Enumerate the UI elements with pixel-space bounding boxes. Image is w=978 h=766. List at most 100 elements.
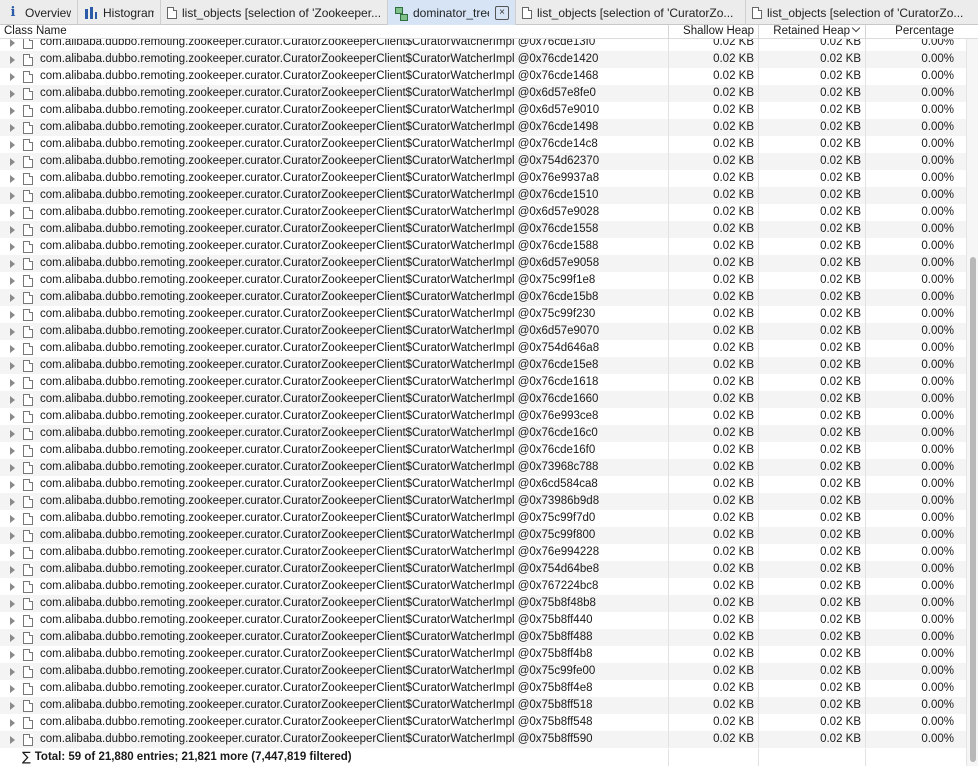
expand-arrow-icon[interactable]: [10, 208, 15, 217]
expand-arrow-icon[interactable]: [10, 310, 15, 319]
table-row[interactable]: com.alibaba.dubbo.remoting.zookeeper.cur…: [0, 170, 966, 187]
table-row[interactable]: com.alibaba.dubbo.remoting.zookeeper.cur…: [0, 289, 966, 306]
table-row[interactable]: com.alibaba.dubbo.remoting.zookeeper.cur…: [0, 527, 966, 544]
scrollbar-thumb[interactable]: [970, 257, 976, 762]
expand-arrow-icon[interactable]: [10, 327, 15, 336]
table-row[interactable]: com.alibaba.dubbo.remoting.zookeeper.cur…: [0, 39, 966, 51]
table-row[interactable]: com.alibaba.dubbo.remoting.zookeeper.cur…: [0, 340, 966, 357]
table-row[interactable]: com.alibaba.dubbo.remoting.zookeeper.cur…: [0, 374, 966, 391]
table-row[interactable]: com.alibaba.dubbo.remoting.zookeeper.cur…: [0, 714, 966, 731]
expand-arrow-icon[interactable]: [10, 106, 15, 115]
expand-arrow-icon[interactable]: [10, 259, 15, 268]
expand-arrow-icon[interactable]: [10, 378, 15, 387]
expand-arrow-icon[interactable]: [10, 225, 15, 234]
table-row[interactable]: com.alibaba.dubbo.remoting.zookeeper.cur…: [0, 272, 966, 289]
column-header-class-name[interactable]: Class Name: [0, 25, 669, 39]
table-row[interactable]: com.alibaba.dubbo.remoting.zookeeper.cur…: [0, 187, 966, 204]
table-row[interactable]: com.alibaba.dubbo.remoting.zookeeper.cur…: [0, 153, 966, 170]
table-row[interactable]: com.alibaba.dubbo.remoting.zookeeper.cur…: [0, 136, 966, 153]
close-icon[interactable]: ×: [495, 5, 509, 20]
table-row[interactable]: com.alibaba.dubbo.remoting.zookeeper.cur…: [0, 408, 966, 425]
table-row[interactable]: com.alibaba.dubbo.remoting.zookeeper.cur…: [0, 629, 966, 646]
vertical-scrollbar[interactable]: [966, 39, 978, 766]
expand-arrow-icon[interactable]: [10, 412, 15, 421]
column-header-shallow-heap[interactable]: Shallow Heap: [669, 25, 759, 39]
shallow-heap-cell: 0.02 KB: [669, 255, 759, 272]
table-row[interactable]: com.alibaba.dubbo.remoting.zookeeper.cur…: [0, 595, 966, 612]
expand-arrow-icon[interactable]: [10, 718, 15, 727]
table-row[interactable]: com.alibaba.dubbo.remoting.zookeeper.cur…: [0, 85, 966, 102]
tab-list-objects-curator-2[interactable]: list_objects [selection of 'CuratorZo...: [746, 0, 978, 25]
table-row[interactable]: com.alibaba.dubbo.remoting.zookeeper.cur…: [0, 306, 966, 323]
expand-arrow-icon[interactable]: [10, 191, 15, 200]
expand-arrow-icon[interactable]: [10, 565, 15, 574]
expand-arrow-icon[interactable]: [10, 72, 15, 81]
column-header-retained-heap[interactable]: Retained Heap: [759, 23, 866, 39]
expand-arrow-icon[interactable]: [10, 39, 15, 47]
table-row[interactable]: com.alibaba.dubbo.remoting.zookeeper.cur…: [0, 493, 966, 510]
expand-arrow-icon[interactable]: [10, 140, 15, 149]
column-header-percentage[interactable]: Percentage: [866, 25, 958, 39]
table-row[interactable]: com.alibaba.dubbo.remoting.zookeeper.cur…: [0, 663, 966, 680]
expand-arrow-icon[interactable]: [10, 633, 15, 642]
table-row[interactable]: com.alibaba.dubbo.remoting.zookeeper.cur…: [0, 255, 966, 272]
table-row[interactable]: com.alibaba.dubbo.remoting.zookeeper.cur…: [0, 646, 966, 663]
retained-heap-cell: 0.02 KB: [759, 629, 866, 646]
expand-arrow-icon[interactable]: [10, 667, 15, 676]
table-row[interactable]: com.alibaba.dubbo.remoting.zookeeper.cur…: [0, 119, 966, 136]
table-row[interactable]: com.alibaba.dubbo.remoting.zookeeper.cur…: [0, 612, 966, 629]
expand-arrow-icon[interactable]: [10, 276, 15, 285]
tab-list-objects-curator-1[interactable]: list_objects [selection of 'CuratorZo...: [516, 0, 746, 25]
table-row[interactable]: com.alibaba.dubbo.remoting.zookeeper.cur…: [0, 238, 966, 255]
expand-arrow-icon[interactable]: [10, 616, 15, 625]
table-row[interactable]: com.alibaba.dubbo.remoting.zookeeper.cur…: [0, 680, 966, 697]
table-row[interactable]: com.alibaba.dubbo.remoting.zookeeper.cur…: [0, 476, 966, 493]
expand-arrow-icon[interactable]: [10, 446, 15, 455]
table-row[interactable]: com.alibaba.dubbo.remoting.zookeeper.cur…: [0, 561, 966, 578]
expand-arrow-icon[interactable]: [10, 701, 15, 710]
table-row[interactable]: com.alibaba.dubbo.remoting.zookeeper.cur…: [0, 68, 966, 85]
table-row[interactable]: com.alibaba.dubbo.remoting.zookeeper.cur…: [0, 731, 966, 748]
expand-arrow-icon[interactable]: [10, 429, 15, 438]
expand-arrow-icon[interactable]: [10, 55, 15, 64]
expand-arrow-icon[interactable]: [10, 531, 15, 540]
expand-arrow-icon[interactable]: [10, 242, 15, 251]
table-row[interactable]: com.alibaba.dubbo.remoting.zookeeper.cur…: [0, 221, 966, 238]
expand-arrow-icon[interactable]: [10, 514, 15, 523]
tab-overview[interactable]: i Overview: [0, 0, 78, 25]
table-row[interactable]: com.alibaba.dubbo.remoting.zookeeper.cur…: [0, 578, 966, 595]
expand-arrow-icon[interactable]: [10, 293, 15, 302]
table-row[interactable]: com.alibaba.dubbo.remoting.zookeeper.cur…: [0, 204, 966, 221]
table-row[interactable]: com.alibaba.dubbo.remoting.zookeeper.cur…: [0, 544, 966, 561]
table-row[interactable]: com.alibaba.dubbo.remoting.zookeeper.cur…: [0, 357, 966, 374]
expand-arrow-icon[interactable]: [10, 582, 15, 591]
table-row[interactable]: com.alibaba.dubbo.remoting.zookeeper.cur…: [0, 510, 966, 527]
expand-arrow-icon[interactable]: [10, 497, 15, 506]
expand-arrow-icon[interactable]: [10, 463, 15, 472]
table-row[interactable]: com.alibaba.dubbo.remoting.zookeeper.cur…: [0, 391, 966, 408]
expand-arrow-icon[interactable]: [10, 344, 15, 353]
tab-list-objects-zookeeper[interactable]: list_objects [selection of 'Zookeeper...: [161, 0, 388, 25]
table-row[interactable]: com.alibaba.dubbo.remoting.zookeeper.cur…: [0, 323, 966, 340]
table-row[interactable]: com.alibaba.dubbo.remoting.zookeeper.cur…: [0, 425, 966, 442]
table-row[interactable]: com.alibaba.dubbo.remoting.zookeeper.cur…: [0, 442, 966, 459]
table-row[interactable]: com.alibaba.dubbo.remoting.zookeeper.cur…: [0, 697, 966, 714]
expand-arrow-icon[interactable]: [10, 548, 15, 557]
tab-histogram[interactable]: Histogram: [78, 0, 161, 25]
table-row[interactable]: com.alibaba.dubbo.remoting.zookeeper.cur…: [0, 51, 966, 68]
tab-dominator-tree[interactable]: dominator_tree ×: [388, 0, 516, 25]
expand-arrow-icon[interactable]: [10, 599, 15, 608]
expand-arrow-icon[interactable]: [10, 361, 15, 370]
table-row[interactable]: com.alibaba.dubbo.remoting.zookeeper.cur…: [0, 459, 966, 476]
expand-arrow-icon[interactable]: [10, 395, 15, 404]
expand-arrow-icon[interactable]: [10, 684, 15, 693]
expand-arrow-icon[interactable]: [10, 650, 15, 659]
expand-arrow-icon[interactable]: [10, 123, 15, 132]
expand-arrow-icon[interactable]: [10, 480, 15, 489]
expand-arrow-icon[interactable]: [10, 735, 15, 744]
expand-arrow-icon[interactable]: [10, 157, 15, 166]
expand-arrow-icon[interactable]: [10, 89, 15, 98]
shallow-heap-cell: 0.02 KB: [669, 136, 759, 153]
table-row[interactable]: com.alibaba.dubbo.remoting.zookeeper.cur…: [0, 102, 966, 119]
expand-arrow-icon[interactable]: [10, 174, 15, 183]
